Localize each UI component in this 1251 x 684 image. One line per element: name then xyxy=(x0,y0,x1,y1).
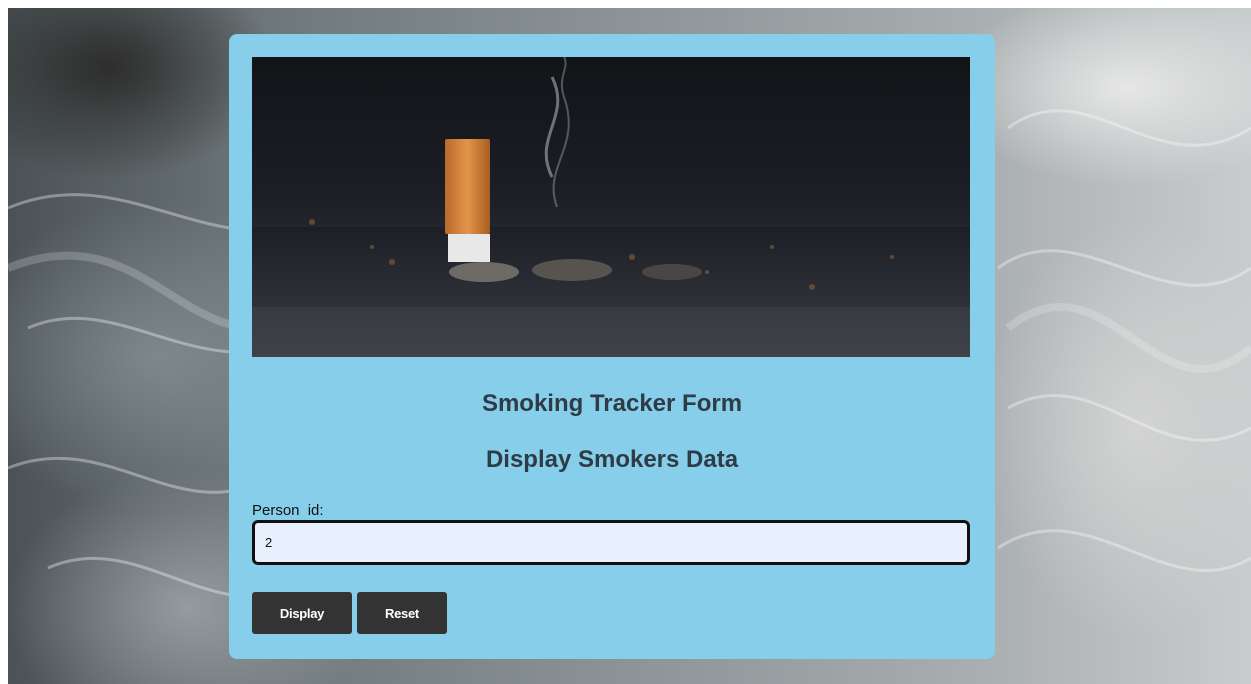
page-subtitle: Display Smokers Data xyxy=(485,446,739,473)
reset-button[interactable]: Reset xyxy=(357,592,447,634)
cigarette-butt-illustration xyxy=(252,57,970,357)
hero-image xyxy=(252,57,970,357)
person-id-input[interactable] xyxy=(252,520,970,565)
page-title: Smoking Tracker Form xyxy=(481,390,743,417)
form-card: Smoking Tracker Form Display Smokers Dat… xyxy=(229,34,995,659)
person-id-label: Person id: xyxy=(252,502,324,519)
display-button[interactable]: Display xyxy=(252,592,352,634)
page-background: Smoking Tracker Form Display Smokers Dat… xyxy=(8,8,1251,684)
